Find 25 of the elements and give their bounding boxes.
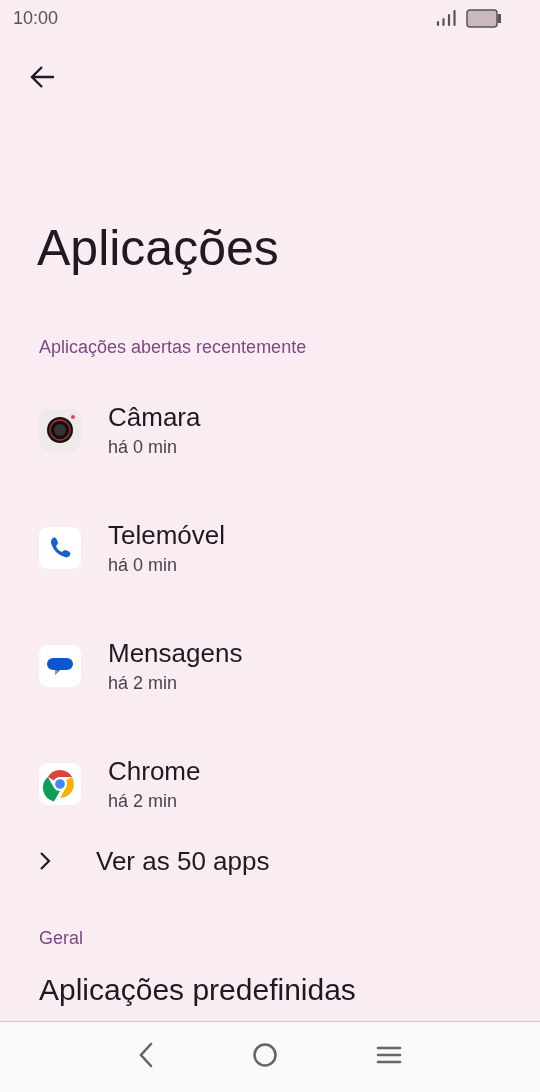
section-header: Aplicações abertas recentemente (39, 336, 308, 358)
app-name[interactable]: Chrome (108, 756, 201, 786)
page-title: Aplicações (37, 220, 280, 276)
messages-app-icon[interactable] (39, 645, 81, 687)
app-name[interactable]: Telemóvel (108, 520, 226, 550)
app-name[interactable]: Mensagens (108, 638, 243, 668)
home-nav-icon[interactable] (252, 1042, 278, 1068)
chrome-app-icon[interactable] (39, 763, 81, 805)
see-all-apps-label: Ver as 50 apps (96, 845, 270, 877)
last-opened-time: há 2 min (108, 791, 179, 812)
last-opened-time: há 0 min (108, 437, 179, 458)
signal-icon (436, 9, 456, 27)
camera-app-icon[interactable] (39, 409, 81, 451)
settings-item[interactable]: Aplicações predefinidas (39, 973, 540, 1007)
menu-nav-icon[interactable] (376, 1045, 402, 1065)
back-nav-icon[interactable] (138, 1042, 154, 1068)
last-opened-time: há 0 min (108, 555, 179, 576)
battery-icon (466, 8, 502, 28)
status-time: 10:00 (13, 7, 59, 29)
section-header: Geral (39, 927, 84, 949)
chevron-right-icon (39, 851, 51, 871)
see-all-apps-row[interactable]: Ver as 50 apps (39, 828, 540, 894)
last-opened-time: há 2 min (108, 673, 179, 694)
phone-app-icon[interactable] (39, 527, 81, 569)
app-name[interactable]: Câmara (108, 402, 201, 432)
